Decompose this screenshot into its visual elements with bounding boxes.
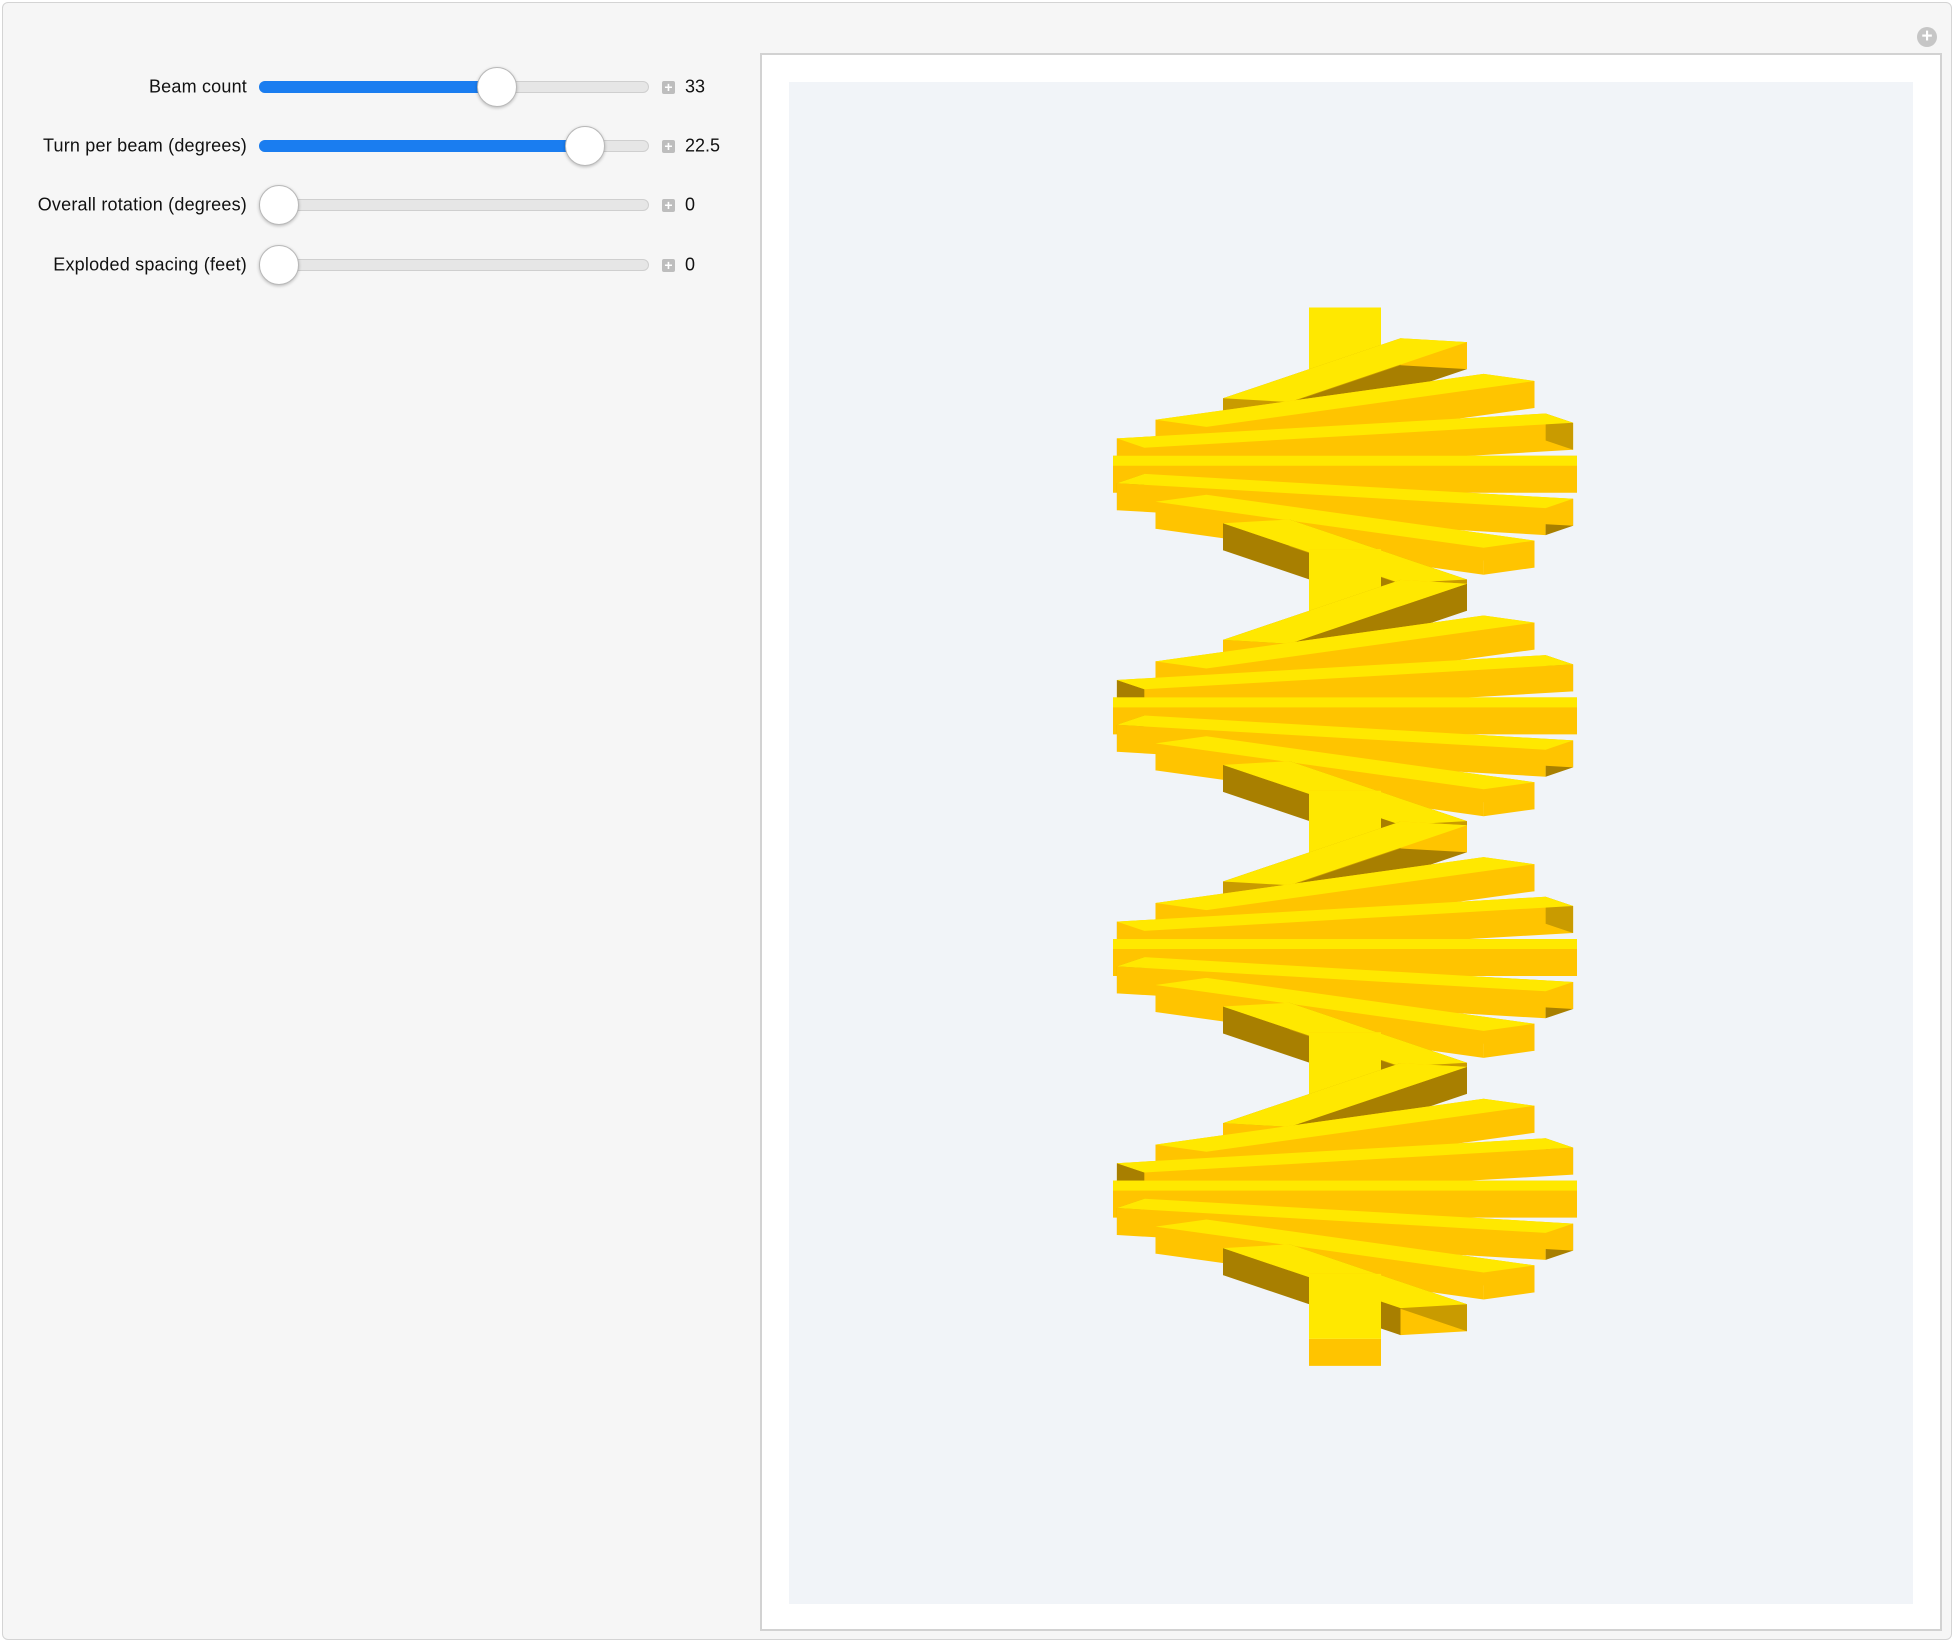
beam-top-face bbox=[1113, 455, 1577, 466]
exploded-spacing-control: Exploded spacing (feet) + 0 bbox=[3, 235, 743, 295]
beam-count-label: Beam count bbox=[148, 76, 247, 97]
beam-top-face bbox=[1113, 697, 1577, 708]
plus-icon[interactable]: + bbox=[662, 139, 675, 153]
beam-side-face bbox=[1309, 1338, 1381, 1366]
beam-count-slider-thumb[interactable] bbox=[476, 67, 517, 107]
exploded-spacing-value: 0 bbox=[685, 254, 696, 275]
twisted-beam-stack bbox=[1113, 307, 1577, 1366]
plus-icon[interactable]: + bbox=[662, 198, 675, 212]
beam-top-face bbox=[1309, 1273, 1381, 1339]
beam-count-value: 33 bbox=[685, 76, 706, 97]
turn-per-beam-label: Turn per beam (degrees) bbox=[42, 135, 247, 156]
overall-rotation-slider-track[interactable] bbox=[259, 199, 649, 211]
controls-area: Beam count + 33 Turn per beam (degrees) … bbox=[3, 3, 743, 323]
plus-icon[interactable]: + bbox=[662, 80, 675, 94]
turn-per-beam-value: 22.5 bbox=[685, 135, 721, 156]
beam-count-slider-fill bbox=[259, 81, 497, 93]
manipulate-panel: + Beam count + 33 Turn per beam (degrees… bbox=[2, 2, 1952, 1640]
beam-top-face bbox=[1113, 1180, 1577, 1191]
exploded-spacing-slider-thumb[interactable] bbox=[258, 245, 299, 285]
exploded-spacing-label: Exploded spacing (feet) bbox=[53, 254, 247, 275]
graphics-3d-view[interactable] bbox=[760, 53, 1942, 1631]
turn-per-beam-slider-thumb[interactable] bbox=[564, 126, 605, 166]
3d-scene[interactable] bbox=[789, 82, 1913, 1604]
exploded-spacing-slider-track[interactable] bbox=[259, 259, 649, 271]
overall-rotation-value: 0 bbox=[685, 194, 696, 215]
overall-rotation-slider-thumb[interactable] bbox=[258, 185, 299, 225]
beam-top-face bbox=[1113, 939, 1577, 949]
turn-per-beam-control: Turn per beam (degrees) + 22.5 bbox=[3, 116, 743, 176]
plus-icon[interactable]: + bbox=[662, 258, 675, 272]
plus-circle-icon[interactable]: + bbox=[1917, 27, 1937, 47]
overall-rotation-control: Overall rotation (degrees) + 0 bbox=[3, 175, 743, 235]
overall-rotation-label: Overall rotation (degrees) bbox=[37, 194, 247, 215]
beam-count-control: Beam count + 33 bbox=[3, 57, 743, 117]
turn-per-beam-slider-fill bbox=[259, 140, 585, 152]
